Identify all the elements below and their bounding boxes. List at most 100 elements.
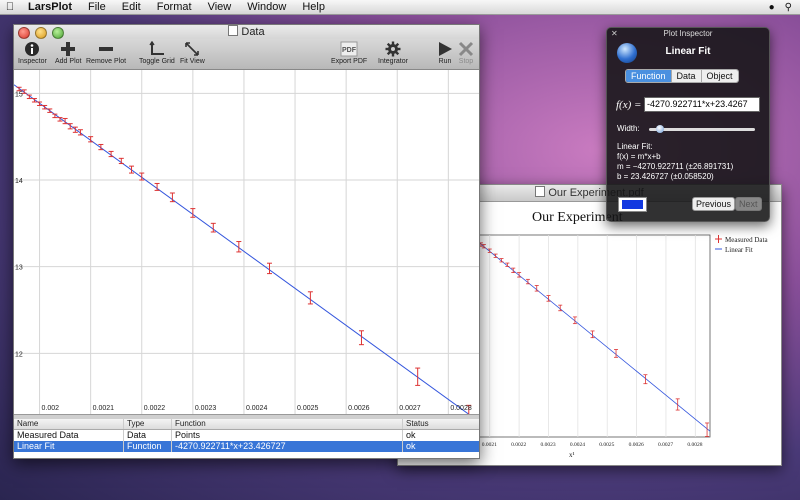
pdf-x-tick-label: 0.0026 — [629, 442, 644, 448]
close-icon — [458, 41, 474, 56]
fit-view-button[interactable]: Fit View — [180, 39, 205, 65]
pdf-x-tick-label: 0.0027 — [658, 442, 673, 448]
cell-type: Function — [124, 441, 172, 452]
pdf-icon: PDF — [340, 41, 358, 56]
plots-table: Name Type Function Status Measured Data … — [14, 419, 479, 458]
column-header-function[interactable]: Function — [172, 419, 403, 429]
width-slider-knob[interactable] — [655, 125, 664, 133]
inspector-button[interactable]: Inspector — [18, 39, 47, 65]
inspector-label: Inspector — [18, 58, 47, 65]
plot-inspector-panel: ✕ Plot Inspector Linear Fit Function Dat… — [606, 27, 770, 222]
cell-status: ok — [406, 441, 416, 451]
function-label: f(x) = — [616, 99, 642, 111]
line-color-well[interactable] — [618, 197, 647, 212]
fit-view-icon — [185, 41, 200, 56]
pdf-icon-text: PDF — [342, 47, 357, 54]
inspector-tabs: Function Data Object — [625, 69, 739, 83]
table-row-selected[interactable]: Linear Fit Function -4270.922711*x+23.42… — [14, 441, 479, 452]
menu-app[interactable]: LarsPlot — [20, 1, 80, 13]
window-zoom-button[interactable] — [52, 27, 64, 39]
tab-function[interactable]: Function — [626, 70, 672, 82]
window-close-button[interactable] — [18, 27, 30, 39]
cell-name: Measured Data — [14, 430, 124, 441]
fit-line — [14, 84, 470, 414]
main-plot[interactable]: 0.002 0.0021 0.0022 0.0023 0.0024 0.0025 0.002… — [14, 70, 479, 414]
x-tick-label: 0.002 — [42, 405, 60, 412]
menu-bar:  LarsPlot File Edit Format View Window … — [0, 0, 800, 15]
x-tick-label: 0.0027 — [399, 405, 421, 412]
x-tick-label: 0.0022 — [144, 405, 166, 412]
inspector-icon — [25, 41, 40, 56]
cell-type: Data — [124, 430, 172, 441]
run-button[interactable]: Run — [437, 39, 453, 65]
column-header-name[interactable]: Name — [14, 419, 124, 429]
x-tick-label: 0.0025 — [297, 405, 319, 412]
spotlight-icon[interactable]: ⚲ — [785, 2, 792, 13]
menu-edit[interactable]: Edit — [114, 1, 149, 13]
function-input[interactable]: -4270.922711*x+23.4267 — [644, 97, 760, 112]
column-header-type[interactable]: Type — [124, 419, 172, 429]
menu-view[interactable]: View — [200, 1, 240, 13]
cell-name: Linear Fit — [14, 441, 124, 452]
table-header: Name Type Function Status — [14, 419, 479, 430]
x-tick-label: 0.0024 — [246, 405, 268, 412]
x-tick-label: 0.0028 — [450, 405, 472, 412]
legend-linear-fit: Linear Fit — [725, 246, 753, 254]
menu-format[interactable]: Format — [149, 1, 200, 13]
previous-button[interactable]: Previous — [692, 197, 736, 211]
x-tick-label: 0.0021 — [93, 405, 115, 412]
column-header-status[interactable]: Status — [403, 419, 479, 429]
data-window-title: Data — [241, 26, 265, 38]
remove-plot-button[interactable]: Remove Plot — [86, 39, 126, 65]
remove-plot-label: Remove Plot — [86, 58, 127, 65]
pdf-legend: Measured Data Linear Fit — [715, 235, 768, 254]
add-plot-button[interactable]: Add Plot — [55, 39, 81, 65]
menu-help[interactable]: Help — [294, 1, 333, 13]
width-label: Width: — [617, 124, 640, 133]
fit-heading: Linear Fit: — [617, 142, 653, 151]
toggle-grid-label: Toggle Grid — [139, 58, 175, 65]
fit-intercept: b = 23.426727 (±0.058520) — [617, 172, 714, 181]
tab-data[interactable]: Data — [671, 70, 702, 82]
cell-function: -4270.922711*x+23.426727 — [172, 441, 403, 452]
width-slider[interactable] — [649, 125, 755, 133]
window-minimize-button[interactable] — [35, 27, 47, 39]
pdf-x-tick-label: 0.0028 — [687, 442, 702, 448]
pdf-x-tick-label: 0.0025 — [599, 442, 614, 448]
y-tick-label: 12 — [15, 351, 23, 358]
fit-formula: f(x) = m*x+b — [617, 152, 661, 161]
fit-slope: m = −4270.922711 (±26.891731) — [617, 162, 734, 171]
tab-object[interactable]: Object — [701, 70, 738, 82]
export-pdf-button[interactable]: PDF Export PDF — [331, 39, 367, 65]
axes-icon — [149, 40, 164, 55]
panel-close-icon[interactable]: ✕ — [611, 30, 619, 38]
table-row[interactable]: Measured Data Data Points ok — [14, 430, 479, 441]
line-color-swatch — [622, 200, 643, 209]
menu-window[interactable]: Window — [239, 1, 294, 13]
integrator-label: Integrator — [378, 58, 408, 65]
play-icon — [439, 41, 452, 56]
user-icon[interactable]: ● — [769, 2, 775, 13]
export-pdf-label: Export PDF — [331, 58, 368, 65]
toolbar: Inspector Add Plot Remove Plot Toggle Gr… — [14, 39, 479, 70]
next-button[interactable]: Next — [735, 197, 762, 211]
fit-results: Linear Fit: f(x) = m*x+b m = −4270.92271… — [617, 142, 733, 182]
stop-button[interactable]: Stop — [458, 39, 474, 65]
pdf-fit-line — [477, 241, 711, 432]
integrator-button[interactable]: Integrator — [378, 39, 408, 65]
x-tick-label: 0.0026 — [348, 405, 370, 412]
menu-file[interactable]: File — [80, 1, 114, 13]
legend-measured-data: Measured Data — [725, 236, 768, 244]
gear-icon — [385, 41, 401, 56]
x-tick-label: 0.0023 — [195, 405, 217, 412]
pdf-x-tick-label: 0.0023 — [540, 442, 555, 448]
run-label: Run — [438, 58, 452, 65]
data-window-titlebar[interactable]: Data — [14, 25, 479, 39]
inspector-heading: Linear Fit — [665, 46, 711, 57]
document-icon — [228, 25, 239, 36]
stop-label: Stop — [458, 58, 474, 65]
add-plot-label: Add Plot — [55, 58, 82, 65]
document-icon — [535, 186, 546, 197]
apple-menu-icon[interactable]:  — [0, 1, 20, 13]
toggle-grid-button[interactable]: Toggle Grid — [139, 39, 175, 65]
